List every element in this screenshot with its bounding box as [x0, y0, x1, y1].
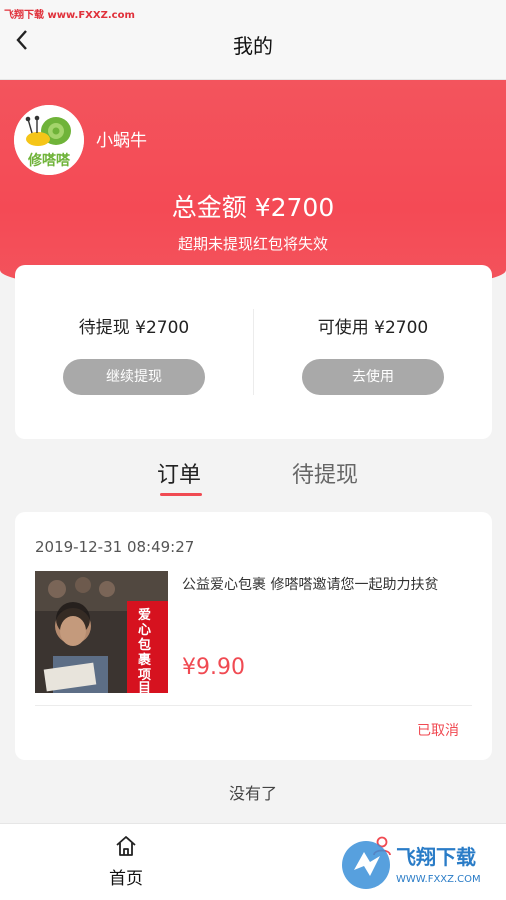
snail-logo-icon: 修嗒嗒 [14, 105, 84, 175]
thumb-char: 包 [138, 637, 151, 653]
order-status-badge: 已取消 [417, 723, 459, 739]
bottom-nav-home-label: 首页 [109, 869, 143, 889]
pending-withdraw-section: 待提现 ¥2700 继续提现 [15, 265, 253, 439]
list-end-text: 没有了 [228, 784, 277, 803]
page-title: 我的 [233, 34, 273, 58]
order-thumbnail: 爱 心 包 裹 项 目 [35, 571, 168, 693]
username: 小蜗牛 [96, 131, 147, 151]
watermark-brand-text: 飞翔下载 [396, 845, 476, 869]
home-icon [116, 836, 136, 856]
watermark-brand: 飞翔下载 WWW.FXXZ.COM [340, 838, 500, 892]
watermark-url: WWW.FXXZ.COM [396, 874, 481, 885]
svg-text:修嗒嗒: 修嗒嗒 [27, 152, 71, 169]
order-divider [35, 705, 472, 706]
active-tab-indicator [160, 493, 202, 496]
thumb-char: 心 [138, 623, 151, 638]
tab-bar: 订单 待提现 [0, 455, 506, 500]
thumb-caption: 爱 心 包 裹 项 目 [137, 607, 152, 693]
order-card[interactable]: 2019-12-31 08:49:27 爱 心 包 裹 项 目 公益爱心包裹 修… [15, 512, 492, 760]
watermark-top: 飞翔下载 www.FXXZ.com [4, 10, 135, 21]
go-use-button[interactable]: 去使用 [302, 359, 444, 395]
continue-withdraw-button[interactable]: 继续提现 [63, 359, 205, 395]
expiry-notice: 超期未提现红包将失效 [177, 235, 328, 253]
pending-withdraw-amount: 待提现 ¥2700 [78, 318, 190, 338]
order-time: 2019-12-31 08:49:27 [35, 538, 195, 556]
thumb-char: 裹 [137, 652, 152, 668]
bottom-nav-home[interactable]: 首页 [94, 834, 158, 892]
available-amount: 可使用 ¥2700 [317, 318, 429, 338]
order-price: ¥9.90 [182, 655, 245, 680]
available-section: 可使用 ¥2700 去使用 [254, 265, 492, 439]
avatar[interactable]: 修嗒嗒 [14, 105, 84, 175]
tab-pending-withdraw[interactable]: 待提现 [292, 457, 358, 489]
wallet-card: 待提现 ¥2700 继续提现 可使用 ¥2700 去使用 [15, 265, 492, 439]
total-amount: 总金额 ¥2700 [171, 193, 335, 222]
tab-orders[interactable]: 订单 [157, 457, 201, 489]
thumb-char: 目 [138, 681, 151, 693]
thumb-char: 爱 [138, 607, 151, 623]
order-description: 公益爱心包裹 修嗒嗒邀请您一起助力扶贫 [182, 577, 439, 593]
